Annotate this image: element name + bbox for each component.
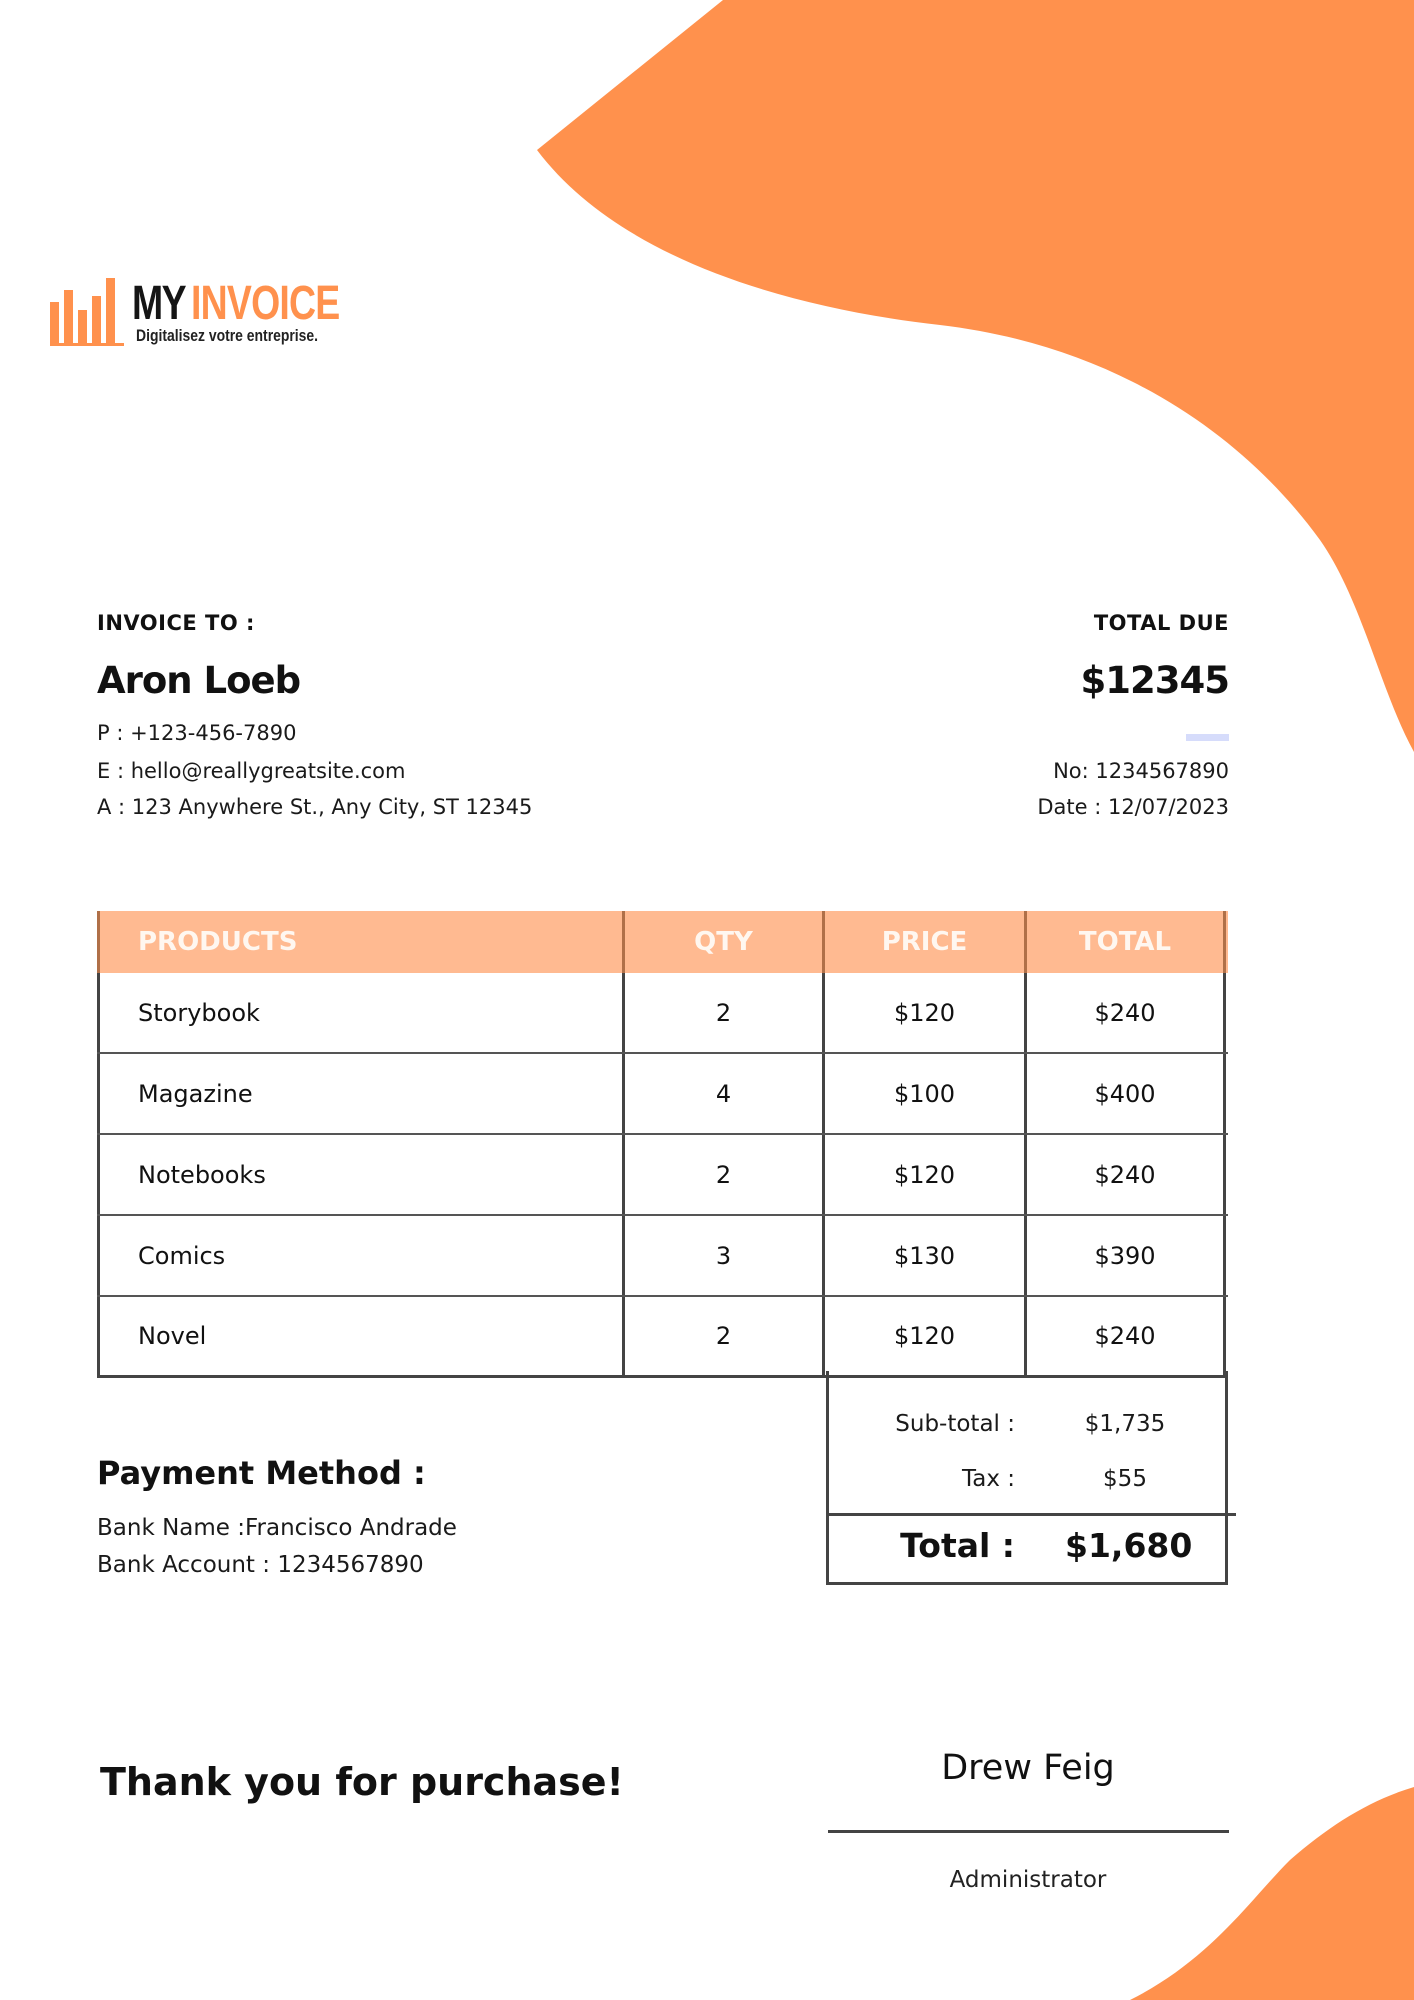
invoice-date: Date : 12/07/2023 [1037,795,1229,819]
table-row: Storybook 2 $120 $240 [97,973,1228,1054]
tax-value: $55 [1103,1466,1147,1492]
header-price: PRICE [825,911,1027,973]
price-cell: $120 [825,1135,1027,1214]
bottom-right-orange-shape [1130,1787,1414,2000]
price-cell: $100 [825,1054,1027,1133]
line-total-cell: $240 [1027,1297,1226,1375]
table-row: Novel 2 $120 $240 [97,1297,1228,1378]
bank-name: Bank Name :Francisco Andrade [97,1515,457,1541]
table-row: Notebooks 2 $120 $240 [97,1135,1228,1216]
table-row: Comics 3 $130 $390 [97,1216,1228,1297]
thank-you-message: Thank you for purchase! [100,1760,624,1804]
price-cell: $120 [825,1297,1027,1375]
items-table: PRODUCTS QTY PRICE TOTAL Storybook 2 $12… [97,911,1228,1378]
logo-word-invoice: INVOICE [191,277,340,330]
total-due-amount: $12345 [1080,659,1230,702]
line-total-cell: $400 [1027,1054,1226,1133]
product-cell: Novel [97,1297,625,1375]
line-total-cell: $240 [1027,973,1226,1052]
payment-method-title: Payment Method : [97,1454,426,1492]
logo-tagline: Digitalisez votre entreprise. [136,326,319,345]
header-qty: QTY [625,911,825,973]
table-header-row: PRODUCTS QTY PRICE TOTAL [97,911,1228,973]
product-cell: Comics [97,1216,625,1295]
client-phone: P : +123-456-7890 [97,721,297,745]
qty-cell: 2 [625,973,825,1052]
product-cell: Magazine [97,1054,625,1133]
total-due-label: TOTAL DUE [1093,611,1229,635]
client-address: A : 123 Anywhere St., Any City, ST 12345 [97,795,533,819]
top-right-orange-shape [537,0,1414,752]
invoice-number: No: 1234567890 [1053,759,1229,783]
signatory-name: Drew Feig [941,1748,1115,1788]
table-row: Magazine 4 $100 $400 [97,1054,1228,1135]
line-total-cell: $390 [1027,1216,1226,1295]
signature-line [828,1830,1229,1833]
tax-label: Tax : [961,1466,1015,1492]
header-total: TOTAL [1027,911,1226,973]
invoice-to-label: INVOICE TO : [97,611,255,635]
header-products: PRODUCTS [97,911,625,973]
subtotal-value: $1,735 [1084,1411,1166,1437]
bank-account: Bank Account : 1234567890 [97,1552,424,1578]
client-name: Aron Loeb [97,659,301,702]
bar-chart-icon [50,278,124,346]
qty-cell: 2 [625,1135,825,1214]
totals-divider [826,1513,1236,1516]
qty-cell: 2 [625,1297,825,1375]
product-cell: Storybook [97,973,625,1052]
totals-box: Sub-total : $1,735 Tax : $55 Total : $1,… [826,1371,1236,1585]
accent-divider [1186,734,1229,741]
qty-cell: 4 [625,1054,825,1133]
logo-word-my: MY [132,277,187,330]
grand-total-value: $1,680 [1065,1526,1193,1565]
signatory-role: Administrator [949,1867,1107,1893]
qty-cell: 3 [625,1216,825,1295]
product-cell: Notebooks [97,1135,625,1214]
grand-total-label: Total : [900,1526,1015,1565]
price-cell: $130 [825,1216,1027,1295]
brand-logo: MY INVOICE Digitalisez votre entreprise. [50,272,350,352]
price-cell: $120 [825,973,1027,1052]
subtotal-label: Sub-total : [895,1411,1015,1437]
client-email: E : hello@reallygreatsite.com [97,759,406,783]
line-total-cell: $240 [1027,1135,1226,1214]
